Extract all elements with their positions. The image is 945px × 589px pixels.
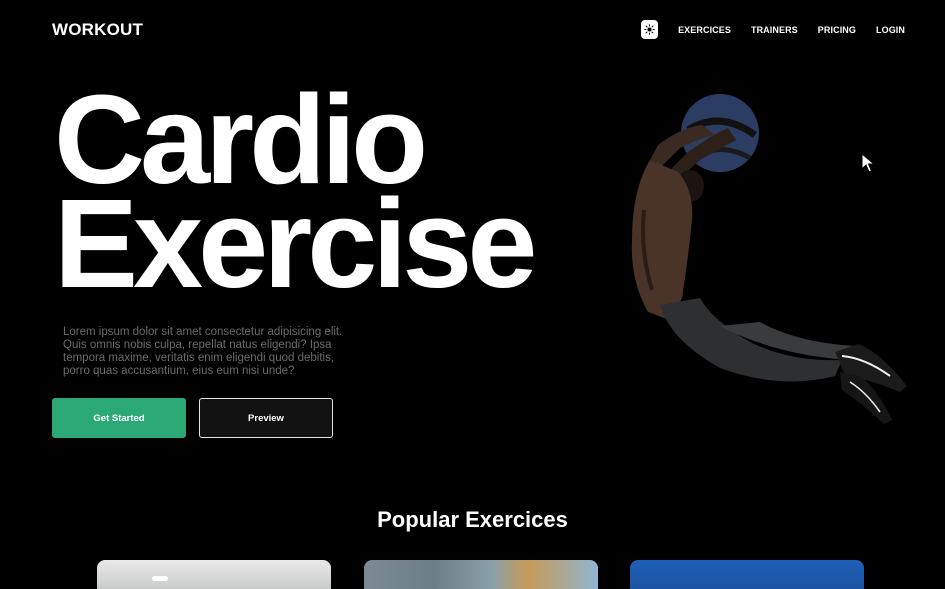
sun-icon (644, 24, 655, 35)
exercise-card-1[interactable] (97, 560, 331, 589)
athlete-image (631, 94, 907, 424)
ceiling-light (152, 576, 168, 581)
theme-toggle-button[interactable] (641, 20, 659, 39)
nav-pricing-link[interactable]: PRICING (818, 25, 856, 35)
nav-login-link[interactable]: LOGIN (876, 25, 905, 35)
hero-title-line2: Exercise (54, 173, 537, 314)
hero-title: Cardio Exercise (54, 77, 537, 314)
popular-exercices-title: Popular Exercices (377, 507, 568, 532)
preview-button[interactable]: Preview (199, 398, 333, 438)
hero-description: Lorem ipsum dolor sit amet consectetur a… (63, 326, 343, 377)
main-nav: EXERCICES TRAINERS PRICING LOGIN (641, 20, 905, 39)
exercise-card-2[interactable] (364, 560, 598, 589)
mouse-cursor-icon (861, 153, 875, 173)
nav-exercices-link[interactable]: EXERCICES (678, 25, 731, 35)
nav-trainers-link[interactable]: TRAINERS (751, 25, 798, 35)
exercise-card-3[interactable] (630, 560, 864, 589)
site-logo[interactable]: WORKOUT (52, 20, 143, 40)
get-started-button[interactable]: Get Started (52, 398, 186, 438)
